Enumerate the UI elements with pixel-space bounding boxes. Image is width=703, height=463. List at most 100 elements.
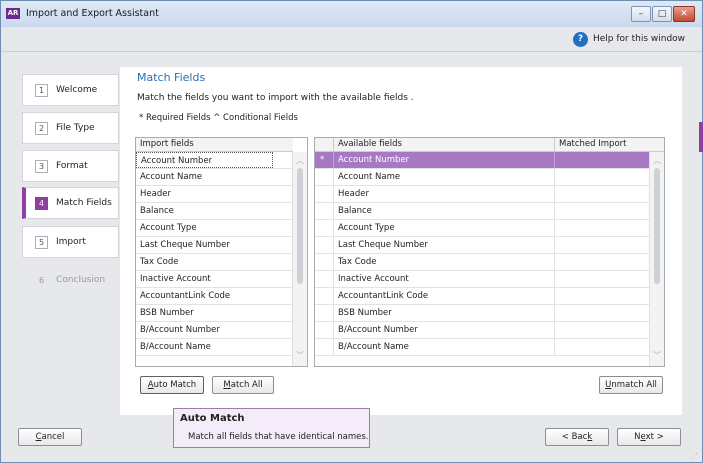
- available-field-name: Balance: [333, 203, 554, 219]
- available-field-row[interactable]: AccountantLink Code: [315, 288, 649, 305]
- import-field-row[interactable]: B/Account Number: [136, 322, 292, 339]
- matched-import-field[interactable]: [554, 220, 649, 236]
- wizard-step-file-type[interactable]: 2 File Type: [22, 112, 119, 144]
- available-field-row[interactable]: * Account Number: [315, 152, 649, 169]
- minimize-button[interactable]: –: [631, 6, 651, 22]
- import-scroll-thumb[interactable]: [297, 168, 303, 284]
- main-panel: Match Fields Match the fields you want t…: [120, 67, 682, 415]
- available-field-row[interactable]: B/Account Number: [315, 322, 649, 339]
- wizard-step-conclusion: 6 Conclusion: [22, 264, 119, 296]
- help-label: Help for this window: [593, 34, 686, 44]
- import-field-name: Account Name: [140, 172, 203, 182]
- instruction-text: Match the fields you want to import with…: [137, 93, 414, 103]
- scroll-up-icon[interactable]: ︿: [653, 155, 661, 166]
- available-field-row[interactable]: Inactive Account: [315, 271, 649, 288]
- matched-import-field[interactable]: [554, 186, 649, 202]
- matched-import-field[interactable]: [554, 305, 649, 321]
- import-export-window: AR Import and Export Assistant – □ ✕ ? H…: [0, 0, 703, 463]
- available-field-row[interactable]: Account Name: [315, 169, 649, 186]
- import-field-name: Account Type: [140, 223, 197, 233]
- required-marker: [315, 271, 333, 287]
- field-legend: * Required Fields ^ Conditional Fields: [139, 113, 298, 123]
- import-scrollbar[interactable]: ︿ ﹀: [292, 152, 307, 366]
- matched-import-field[interactable]: [554, 288, 649, 304]
- import-field-row[interactable]: Balance: [136, 203, 292, 220]
- import-field-row[interactable]: Header: [136, 186, 292, 203]
- maximize-button[interactable]: □: [652, 6, 672, 22]
- matched-import-field[interactable]: [554, 152, 649, 168]
- tooltip-title: Auto Match: [180, 413, 245, 424]
- step-number: 6: [38, 276, 45, 285]
- step-label: Match Fields: [56, 198, 112, 208]
- import-field-name: Tax Code: [140, 257, 179, 267]
- matched-import-field[interactable]: [554, 237, 649, 253]
- back-button[interactable]: < Back: [545, 428, 609, 446]
- required-marker: [315, 186, 333, 202]
- matched-import-field[interactable]: [554, 169, 649, 185]
- import-field-row[interactable]: BSB Number: [136, 305, 292, 322]
- available-field-name: Header: [333, 186, 554, 202]
- available-field-name: BSB Number: [333, 305, 554, 321]
- matched-import-field[interactable]: [554, 203, 649, 219]
- match-all-button[interactable]: Match All: [212, 376, 274, 394]
- matched-import-field[interactable]: [554, 271, 649, 287]
- title-bar: AR Import and Export Assistant – □ ✕: [1, 1, 702, 27]
- matched-import-field[interactable]: [554, 254, 649, 270]
- auto-match-button[interactable]: Auto Match: [140, 376, 204, 394]
- matched-import-field[interactable]: [554, 339, 649, 355]
- help-icon: ?: [573, 32, 588, 47]
- import-field-row[interactable]: Account Type: [136, 220, 292, 237]
- import-field-name: Account Number: [136, 152, 273, 168]
- available-field-row[interactable]: Last Cheque Number: [315, 237, 649, 254]
- wizard-step-format[interactable]: 3 Format: [22, 150, 119, 182]
- available-field-name: Account Number: [333, 152, 554, 168]
- resize-grip-icon[interactable]: ⋰: [691, 452, 698, 460]
- cancel-button[interactable]: Cancel: [18, 428, 82, 446]
- available-field-row[interactable]: Balance: [315, 203, 649, 220]
- scroll-down-icon[interactable]: ﹀: [296, 350, 304, 361]
- import-field-row[interactable]: AccountantLink Code: [136, 288, 292, 305]
- required-marker: [315, 322, 333, 338]
- available-field-row[interactable]: Account Type: [315, 220, 649, 237]
- import-field-row[interactable]: Account Number: [136, 152, 292, 169]
- step-label: Import: [56, 237, 86, 247]
- unmatch-all-button[interactable]: Unmatch All: [599, 376, 663, 394]
- available-field-name: Account Type: [333, 220, 554, 236]
- import-field-row[interactable]: Last Cheque Number: [136, 237, 292, 254]
- wizard-step-import[interactable]: 5 Import: [22, 226, 119, 258]
- import-field-row[interactable]: Tax Code: [136, 254, 292, 271]
- step-number: 2: [35, 122, 48, 135]
- header-spacer: [651, 138, 664, 152]
- available-scroll-thumb[interactable]: [654, 168, 660, 284]
- import-field-name: Inactive Account: [140, 274, 211, 284]
- step-label: Welcome: [56, 85, 98, 95]
- import-field-row[interactable]: Account Name: [136, 169, 292, 186]
- header-divider: [1, 51, 702, 52]
- scroll-up-icon[interactable]: ︿: [296, 155, 304, 166]
- import-field-row[interactable]: B/Account Name: [136, 339, 292, 356]
- marker-header: [315, 138, 333, 152]
- available-field-row[interactable]: Header: [315, 186, 649, 203]
- required-marker: [315, 169, 333, 185]
- import-field-name: B/Account Name: [140, 342, 211, 352]
- scroll-down-icon[interactable]: ﹀: [653, 350, 661, 361]
- available-fields-table[interactable]: Available fields Matched Import fields ︿…: [314, 137, 665, 367]
- step-number: 1: [35, 84, 48, 97]
- available-field-row[interactable]: BSB Number: [315, 305, 649, 322]
- available-field-row[interactable]: Tax Code: [315, 254, 649, 271]
- matched-import-field[interactable]: [554, 322, 649, 338]
- import-field-row[interactable]: Inactive Account: [136, 271, 292, 288]
- available-field-row[interactable]: B/Account Name: [315, 339, 649, 356]
- side-accent-bar: [699, 122, 703, 152]
- next-button[interactable]: Next >: [617, 428, 681, 446]
- available-field-name: B/Account Name: [333, 339, 554, 355]
- step-number: 5: [35, 236, 48, 249]
- import-fields-table[interactable]: Import fields ︿ ﹀ Account Number Account …: [135, 137, 308, 367]
- window-title: Import and Export Assistant: [26, 8, 159, 19]
- wizard-step-match-fields[interactable]: 4 Match Fields: [22, 187, 119, 219]
- available-scrollbar[interactable]: ︿ ﹀: [649, 152, 664, 366]
- wizard-step-welcome[interactable]: 1 Welcome: [22, 74, 119, 106]
- import-field-name: Last Cheque Number: [140, 240, 230, 250]
- step-label: Conclusion: [56, 275, 106, 285]
- close-button[interactable]: ✕: [673, 6, 695, 22]
